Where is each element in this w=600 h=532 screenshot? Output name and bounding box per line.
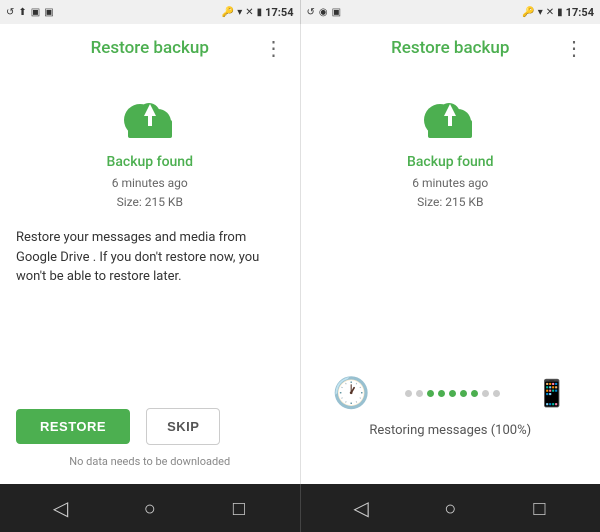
battery-icon: ▮ xyxy=(257,7,263,18)
media3-icon: ▣ xyxy=(332,7,341,18)
left-menu-button[interactable]: ⋮ xyxy=(264,38,284,58)
left-cloud-icon xyxy=(120,92,180,146)
right-backup-found: Backup found xyxy=(317,154,585,170)
dot-1 xyxy=(405,390,412,397)
dot-3 xyxy=(427,390,434,397)
left-backup-found: Backup found xyxy=(16,154,284,170)
restore-progress-area: 🕐 📱 Res xyxy=(317,330,585,468)
phone-icon: 📱 xyxy=(536,379,568,409)
no-download-label: No data needs to be downloaded xyxy=(16,455,284,468)
signal-x-icon: ✕ xyxy=(245,7,253,18)
dot-6 xyxy=(460,390,467,397)
key-icon: 🔑 xyxy=(222,7,234,18)
left-home-button[interactable]: ○ xyxy=(132,490,168,526)
time-left: 17:54 xyxy=(265,6,293,19)
progress-track: 🕐 📱 xyxy=(333,376,569,411)
right-backup-meta: 6 minutes ago Size: 215 KB xyxy=(317,174,585,212)
dot-8 xyxy=(482,390,489,397)
left-nav: ◁ ○ □ xyxy=(0,484,300,532)
signal2-x-icon: ✕ xyxy=(546,7,554,18)
right-screen-content: Backup found 6 minutes ago Size: 215 KB … xyxy=(301,68,600,484)
nav-bar: ◁ ○ □ ◁ ○ □ xyxy=(0,484,600,532)
right-cloud-container xyxy=(317,92,585,146)
right-screen: Restore backup ⋮ Backup found 6 minutes … xyxy=(301,24,600,484)
right-header: Restore backup ⋮ xyxy=(301,24,600,68)
refresh2-icon: ↺ xyxy=(307,7,315,18)
left-back-button[interactable]: ◁ xyxy=(43,490,79,526)
right-menu-button[interactable]: ⋮ xyxy=(564,38,584,58)
key2-icon: 🔑 xyxy=(522,7,534,18)
restoring-label: Restoring messages (100%) xyxy=(369,423,531,438)
left-backup-meta: 6 minutes ago Size: 215 KB xyxy=(16,174,284,212)
right-backup-time: 6 minutes ago xyxy=(317,174,585,193)
wifi2-icon: ▾ xyxy=(538,7,543,18)
upload-icon: ⬆ xyxy=(18,7,26,18)
right-back-button[interactable]: ◁ xyxy=(343,490,379,526)
left-buttons-row: RESTORE SKIP xyxy=(16,408,284,445)
left-cloud-container xyxy=(16,92,284,146)
right-backup-size: Size: 215 KB xyxy=(317,193,585,212)
right-cloud-icon xyxy=(420,92,480,146)
left-screen-title: Restore backup xyxy=(36,38,264,58)
progress-dots xyxy=(370,390,536,397)
dot-5 xyxy=(449,390,456,397)
left-header: Restore backup ⋮ xyxy=(0,24,300,68)
media-icon: ▣ xyxy=(31,7,40,18)
skip-button[interactable]: SKIP xyxy=(146,408,220,445)
media2-icon: ▣ xyxy=(44,7,53,18)
battery2-icon: ▮ xyxy=(557,7,563,18)
dot-2 xyxy=(416,390,423,397)
dot-9 xyxy=(493,390,500,397)
dot-4 xyxy=(438,390,445,397)
left-description: Restore your messages and media from Goo… xyxy=(16,228,284,287)
restore-button[interactable]: RESTORE xyxy=(16,409,130,444)
wifi-icon: ▾ xyxy=(237,7,242,18)
left-backup-size: Size: 215 KB xyxy=(16,193,284,212)
left-backup-time: 6 minutes ago xyxy=(16,174,284,193)
time-right: 17:54 xyxy=(566,6,594,19)
location-icon: ◉ xyxy=(319,7,328,18)
right-recents-button[interactable]: □ xyxy=(521,490,557,526)
left-screen-content: Backup found 6 minutes ago Size: 215 KB … xyxy=(0,68,300,484)
left-screen: Restore backup ⋮ Backup found 6 minutes … xyxy=(0,24,301,484)
refresh-icon: ↺ xyxy=(6,7,14,18)
right-home-button[interactable]: ○ xyxy=(432,490,468,526)
right-screen-title: Restore backup xyxy=(337,38,565,58)
history-icon: 🕐 xyxy=(333,376,370,411)
left-recents-button[interactable]: □ xyxy=(221,490,257,526)
dot-7 xyxy=(471,390,478,397)
right-nav: ◁ ○ □ xyxy=(301,484,600,532)
